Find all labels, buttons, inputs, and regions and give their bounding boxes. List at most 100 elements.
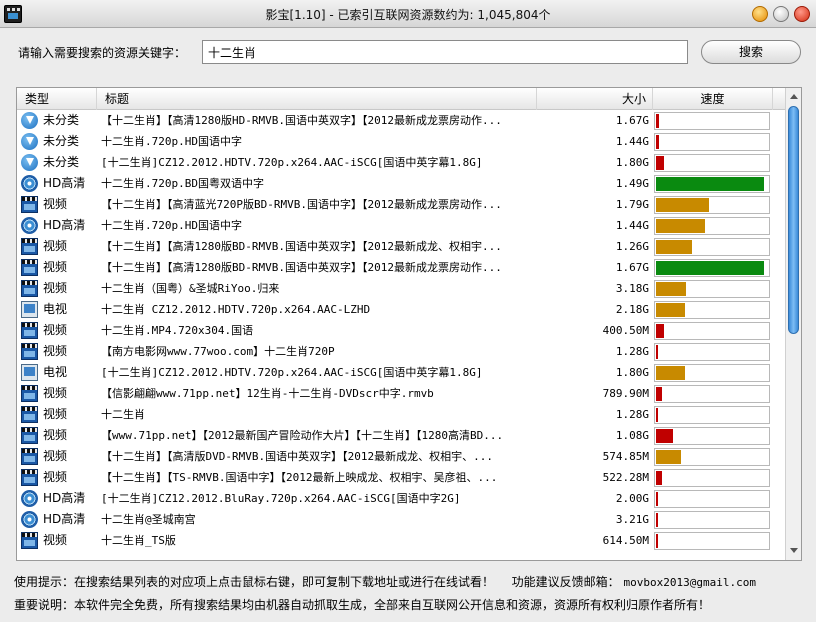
table-row[interactable]: 视频 十二生肖.MP4.720x304.国语 400.50M bbox=[17, 320, 785, 341]
table-row[interactable]: 视频 十二生肖_TS版 614.50M bbox=[17, 530, 785, 551]
row-type-label: 视频 bbox=[43, 470, 68, 484]
search-button[interactable]: 搜索 bbox=[701, 40, 801, 64]
minimize-button[interactable] bbox=[752, 6, 768, 22]
row-type-label: 视频 bbox=[43, 281, 68, 295]
feedback-email[interactable]: movbox2013@gmail.com bbox=[624, 576, 756, 589]
row-size: 1.79G bbox=[615, 198, 649, 211]
row-speed bbox=[654, 173, 770, 194]
row-type: HD高清 bbox=[19, 173, 97, 194]
row-size: 1.28G bbox=[615, 408, 649, 421]
table-row[interactable]: HD高清 十二生肖.720p.BD国粤双语中字 1.49G bbox=[17, 173, 785, 194]
download-icon bbox=[21, 112, 38, 129]
table-row[interactable]: 视频 【十二生肖】【高清版DVD-RMVB.国语中英双字】【2012最新成龙、权相… bbox=[17, 446, 785, 467]
table-row[interactable]: 未分类 【十二生肖】【高清1280版HD-RMVB.国语中英双字】【2012最新成… bbox=[17, 110, 785, 131]
speed-bar bbox=[654, 511, 770, 529]
speed-bar bbox=[654, 238, 770, 256]
speed-bar bbox=[654, 364, 770, 382]
maximize-button[interactable] bbox=[773, 6, 789, 22]
speed-bar-fill bbox=[656, 114, 659, 128]
speed-bar-fill bbox=[656, 429, 673, 443]
table-row[interactable]: 电视 [十二生肖]CZ12.2012.HDTV.720p.x264.AAC-iSC… bbox=[17, 362, 785, 383]
row-speed bbox=[654, 467, 770, 488]
table-row[interactable]: 视频 【十二生肖】【高清蓝光720P版BD-RMVB.国语中字】【2012最新成龙… bbox=[17, 194, 785, 215]
table-row[interactable]: 视频 【信影翩翩www.71pp.net】12生肖-十二生肖-DVDscr中字.r… bbox=[17, 383, 785, 404]
table-row[interactable]: 未分类 十二生肖.720p.HD国语中字 1.44G bbox=[17, 131, 785, 152]
speed-bar-fill bbox=[656, 135, 659, 149]
scroll-up-arrow-icon[interactable] bbox=[786, 90, 801, 104]
row-type-label: 视频 bbox=[43, 239, 68, 253]
row-speed bbox=[654, 194, 770, 215]
search-input[interactable] bbox=[202, 40, 688, 64]
title-bar[interactable]: 影宝[1.10] - 已索引互联网资源数约为: 1,045,804个 bbox=[0, 0, 816, 28]
row-speed bbox=[654, 488, 770, 509]
column-header-title[interactable]: 标题 bbox=[97, 88, 537, 110]
table-row[interactable]: 未分类 [十二生肖]CZ12.2012.HDTV.720p.x264.AAC-iS… bbox=[17, 152, 785, 173]
row-size: 614.50M bbox=[602, 534, 649, 547]
row-speed bbox=[654, 215, 770, 236]
row-type: 视频 bbox=[19, 257, 97, 278]
row-type-label: 视频 bbox=[43, 260, 68, 274]
table-row[interactable]: 视频 十二生肖 1.28G bbox=[17, 404, 785, 425]
row-type: 未分类 bbox=[19, 152, 97, 173]
close-button[interactable] bbox=[794, 6, 810, 22]
row-title: [十二生肖]CZ12.2012.BluRay.720p.x264.AAC-iSC… bbox=[101, 492, 461, 505]
row-title: 【十二生肖】【高清蓝光720P版BD-RMVB.国语中字】【2012最新成龙票房… bbox=[101, 198, 502, 211]
speed-bar-fill bbox=[656, 219, 705, 233]
table-row[interactable]: 视频 十二生肖（国粤）&圣城RiYoo.归来 3.18G bbox=[17, 278, 785, 299]
row-type: 视频 bbox=[19, 383, 97, 404]
row-size: 1.44G bbox=[615, 219, 649, 232]
table-row[interactable]: HD高清 十二生肖@圣城南宫 3.21G bbox=[17, 509, 785, 530]
row-size: 1.08G bbox=[615, 429, 649, 442]
speed-bar-fill bbox=[656, 513, 658, 527]
column-header-type[interactable]: 类型 bbox=[17, 88, 97, 110]
row-size: 400.50M bbox=[602, 324, 649, 337]
row-type: HD高清 bbox=[19, 488, 97, 509]
row-speed bbox=[654, 320, 770, 341]
speed-bar-fill bbox=[656, 240, 692, 254]
row-title: 十二生肖_TS版 bbox=[101, 534, 176, 547]
speed-bar bbox=[654, 259, 770, 277]
row-speed bbox=[654, 257, 770, 278]
table-row[interactable]: 视频 【十二生肖】【TS-RMVB.国语中字】【2012最新上映成龙、权相宇、吴彦… bbox=[17, 467, 785, 488]
row-speed bbox=[654, 383, 770, 404]
scroll-down-arrow-icon[interactable] bbox=[786, 544, 801, 558]
feedback-label: 功能建议反馈邮箱： bbox=[511, 575, 620, 589]
row-type-label: 未分类 bbox=[43, 134, 80, 148]
row-type: 视频 bbox=[19, 404, 97, 425]
speed-bar bbox=[654, 406, 770, 424]
video-icon bbox=[21, 259, 38, 276]
row-title: 【十二生肖】【高清版DVD-RMVB.国语中英双字】【2012最新成龙、权相宇、… bbox=[101, 450, 493, 463]
speed-bar-fill bbox=[656, 198, 709, 212]
results-list[interactable]: 类型 标题 大小 速度 未分类 【十二生肖】【高清1280版HD-RMVB.国语中… bbox=[16, 87, 802, 561]
table-row[interactable]: 视频 【www.71pp.net】【2012最新国产冒险动作大片】【十二生肖】【1… bbox=[17, 425, 785, 446]
speed-bar-fill bbox=[656, 156, 664, 170]
scrollbar-thumb[interactable] bbox=[788, 106, 799, 334]
row-size: 522.28M bbox=[602, 471, 649, 484]
row-type: 视频 bbox=[19, 425, 97, 446]
table-row[interactable]: 视频 【南方电影网www.77woo.com】十二生肖720P 1.28G bbox=[17, 341, 785, 362]
column-header-speed[interactable]: 速度 bbox=[653, 88, 773, 110]
speed-bar bbox=[654, 175, 770, 193]
table-row[interactable]: HD高清 十二生肖.720p.HD国语中字 1.44G bbox=[17, 215, 785, 236]
video-icon bbox=[21, 427, 38, 444]
row-title: 【十二生肖】【高清1280版BD-RMVB.国语中英双字】【2012最新成龙、权… bbox=[101, 240, 502, 253]
speed-bar bbox=[654, 133, 770, 151]
row-type: 视频 bbox=[19, 194, 97, 215]
video-icon bbox=[21, 532, 38, 549]
speed-bar bbox=[654, 112, 770, 130]
row-type-label: HD高清 bbox=[43, 218, 86, 232]
table-row[interactable]: 视频 【十二生肖】【高清1280版BD-RMVB.国语中英双字】【2012最新成龙… bbox=[17, 236, 785, 257]
table-row[interactable]: 电视 十二生肖 CZ12.2012.HDTV.720p.x264.AAC-LZHD… bbox=[17, 299, 785, 320]
disc-icon bbox=[21, 217, 38, 234]
row-type-label: 视频 bbox=[43, 386, 68, 400]
table-row[interactable]: 视频 【十二生肖】【高清1280版BD-RMVB.国语中英双字】【2012最新成龙… bbox=[17, 257, 785, 278]
row-type-label: 视频 bbox=[43, 197, 68, 211]
column-header-size[interactable]: 大小 bbox=[537, 88, 653, 110]
row-speed bbox=[654, 131, 770, 152]
row-title: 十二生肖（国粤）&圣城RiYoo.归来 bbox=[101, 282, 280, 295]
speed-bar-fill bbox=[656, 366, 685, 380]
vertical-scrollbar[interactable] bbox=[785, 88, 801, 560]
video-icon bbox=[21, 280, 38, 297]
row-type-label: 未分类 bbox=[43, 155, 80, 169]
table-row[interactable]: HD高清 [十二生肖]CZ12.2012.BluRay.720p.x264.AAC… bbox=[17, 488, 785, 509]
